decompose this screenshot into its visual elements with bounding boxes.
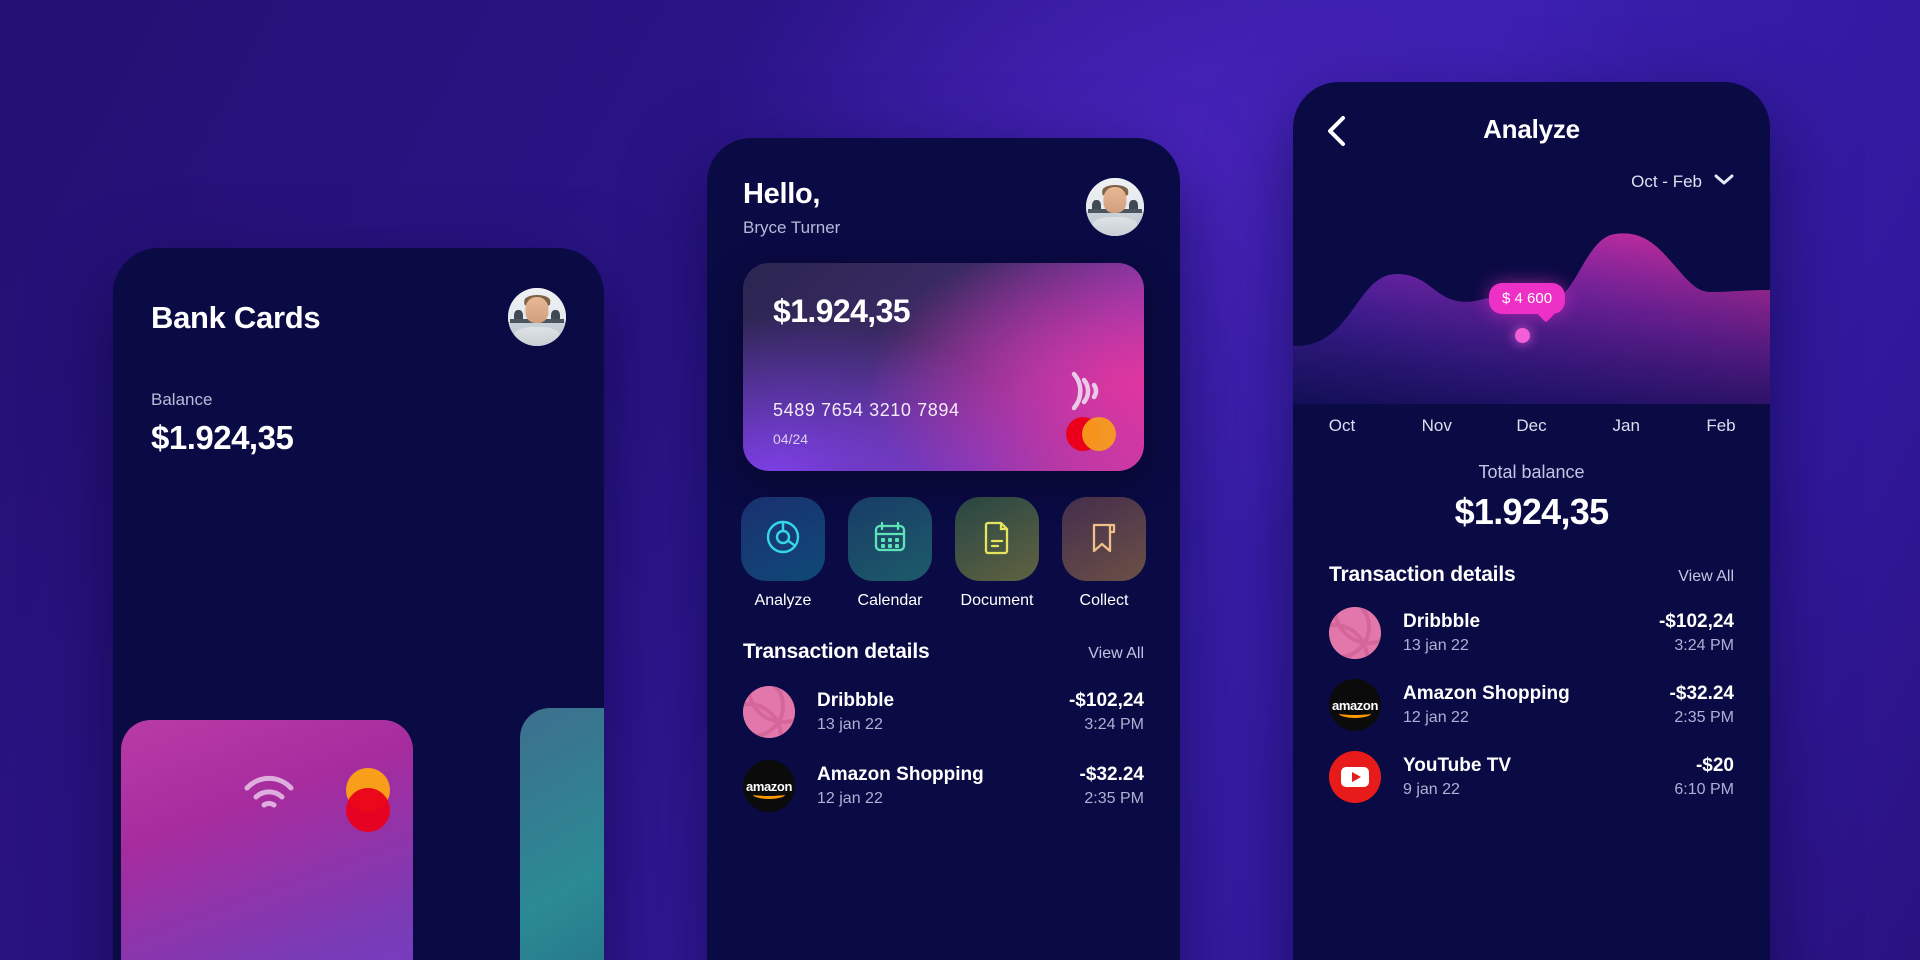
- amazon-icon: amazon: [743, 760, 795, 812]
- balance-value: $1.924,35: [151, 419, 294, 456]
- donut-chart-icon: [763, 517, 803, 562]
- transaction-name: YouTube TV: [1403, 755, 1512, 776]
- phone-home: Hello, Bryce Turner $1.924,35 5489 7654 …: [707, 138, 1180, 960]
- phone-bank-cards: Bank Cards Balance $1.924,35: [113, 248, 604, 960]
- avatar[interactable]: [508, 288, 566, 346]
- avatar[interactable]: [1086, 178, 1144, 236]
- bookmark-icon: [1084, 517, 1124, 562]
- analyze-header: Analyze: [1293, 82, 1770, 172]
- transaction-date: 13 jan 22: [817, 716, 883, 733]
- transaction-amount: -$102,24: [1068, 690, 1144, 711]
- action-analyze[interactable]: Analyze: [741, 497, 825, 610]
- card-amount: $1.924,35: [773, 293, 911, 329]
- date-range-selector[interactable]: Oct - Feb: [1293, 172, 1770, 192]
- table-row[interactable]: YouTube TV 9 jan 22 -$20 6:10 PM: [1329, 751, 1734, 803]
- credit-card[interactable]: $1.924,35 5489 7654 3210 7894 04/24: [743, 263, 1144, 471]
- bank-cards-header: Bank Cards: [113, 248, 604, 346]
- axis-tick: Nov: [1421, 416, 1452, 435]
- transaction-date: 9 jan 22: [1403, 781, 1460, 798]
- axis-tick: Jan: [1612, 416, 1640, 435]
- phone-analyze: Analyze Oct - Feb $ 4 600 Oct Nov Dec Ja…: [1293, 82, 1770, 960]
- table-row[interactable]: amazon Amazon Shopping 12 jan 22 -$32.24…: [1329, 679, 1734, 731]
- table-row[interactable]: Dribbble 13 jan 22 -$102,24 3:24 PM: [1329, 607, 1734, 659]
- action-label: Document: [960, 592, 1034, 609]
- mastercard-icon: [1066, 417, 1116, 451]
- transaction-amount: -$102,24: [1658, 611, 1734, 632]
- axis-tick: Oct: [1328, 416, 1356, 435]
- chart-datapoint[interactable]: [1515, 328, 1530, 343]
- nfc-icon: [243, 772, 295, 812]
- action-calendar[interactable]: Calendar: [848, 497, 932, 610]
- view-all-link[interactable]: View All: [1678, 568, 1734, 586]
- chevron-down-icon: [1714, 173, 1734, 191]
- axis-tick: Dec: [1516, 416, 1547, 435]
- transaction-amount: -$20: [1695, 755, 1734, 776]
- action-label: Collect: [1079, 592, 1129, 609]
- transaction-time: 2:35 PM: [1084, 790, 1144, 807]
- transaction-time: 3:24 PM: [1674, 637, 1734, 654]
- chart-x-axis: Oct Nov Dec Jan Feb: [1293, 404, 1770, 436]
- mastercard-icon: [346, 768, 392, 832]
- balance-area-chart[interactable]: $ 4 600: [1293, 204, 1770, 404]
- user-name: Bryce Turner: [743, 218, 841, 237]
- transaction-name: Amazon Shopping: [817, 764, 984, 785]
- transaction-time: 2:35 PM: [1674, 709, 1734, 726]
- transactions-section: Transaction details View All Dribbble 13…: [707, 610, 1180, 812]
- bank-card-pink[interactable]: 3210 7894: [121, 720, 413, 960]
- greeting: Hello,: [743, 178, 821, 210]
- total-balance-value: $1.924,35: [1454, 491, 1610, 532]
- bank-card-teal[interactable]: [520, 708, 604, 960]
- transaction-amount: -$32.24: [1669, 683, 1734, 704]
- action-collect[interactable]: Collect: [1062, 497, 1146, 610]
- dribbble-icon: [743, 686, 795, 738]
- table-row[interactable]: amazon Amazon Shopping 12 jan 22 -$32.24…: [743, 760, 1144, 812]
- action-label: Calendar: [857, 592, 923, 609]
- home-header: Hello, Bryce Turner: [707, 138, 1180, 238]
- transaction-date: 13 jan 22: [1403, 637, 1469, 654]
- axis-tick: Feb: [1706, 416, 1736, 435]
- section-title: Transaction details: [1329, 563, 1516, 586]
- view-all-link[interactable]: View All: [1088, 645, 1144, 663]
- transaction-amount: -$32.24: [1079, 764, 1144, 785]
- page-title: Analyze: [1483, 114, 1580, 144]
- date-range-label: Oct - Feb: [1631, 172, 1702, 191]
- youtube-icon: [1329, 751, 1381, 803]
- table-row[interactable]: Dribbble 13 jan 22 -$102,24 3:24 PM: [743, 686, 1144, 738]
- card-expiry: 04/24: [773, 431, 809, 447]
- quick-actions: Analyze Calendar Document Collect: [707, 471, 1180, 610]
- transaction-time: 6:10 PM: [1674, 781, 1734, 798]
- document-icon: [977, 517, 1017, 562]
- transaction-name: Dribbble: [1403, 611, 1481, 632]
- transactions-header: Transaction details View All: [1329, 563, 1734, 587]
- chart-tooltip: $ 4 600: [1489, 283, 1566, 314]
- action-document[interactable]: Document: [955, 497, 1039, 610]
- transaction-name: Dribbble: [817, 690, 895, 711]
- action-label: Analyze: [754, 592, 812, 609]
- transaction-time: 3:24 PM: [1084, 716, 1144, 733]
- dribbble-icon: [1329, 607, 1381, 659]
- page-title: Bank Cards: [151, 300, 321, 335]
- balance-label: Balance: [151, 390, 213, 409]
- transaction-name: Amazon Shopping: [1403, 683, 1570, 704]
- transactions-header: Transaction details View All: [743, 640, 1144, 664]
- section-title: Transaction details: [743, 640, 930, 663]
- calendar-icon: [870, 517, 910, 562]
- amazon-icon: amazon: [1329, 679, 1381, 731]
- card-stack: 3210 7894: [113, 708, 604, 960]
- nfc-icon: [1064, 368, 1108, 419]
- total-balance-label: Total balance: [1478, 462, 1585, 482]
- card-number: 5489 7654 3210 7894: [773, 400, 960, 420]
- transaction-date: 12 jan 22: [1403, 709, 1469, 726]
- transactions-section: Transaction details View All Dribbble 13…: [1293, 533, 1770, 803]
- transaction-date: 12 jan 22: [817, 790, 883, 807]
